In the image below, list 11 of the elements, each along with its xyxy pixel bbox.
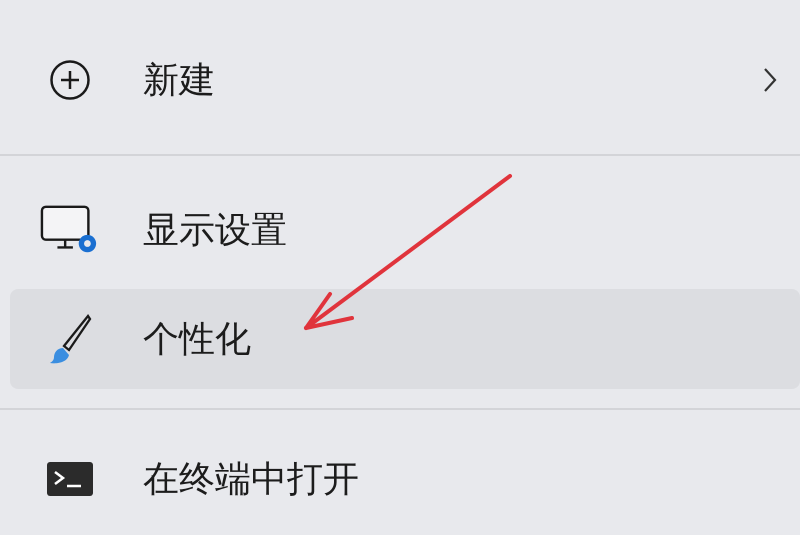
menu-item-label: 新建	[143, 58, 215, 102]
plus-circle-icon	[49, 59, 91, 101]
brush-icon	[48, 313, 92, 365]
menu-item-label: 显示设置	[143, 208, 287, 252]
menu-item[interactable]: 个性化	[10, 289, 800, 389]
menu-item-label: 在终端中打开	[143, 458, 359, 502]
terminal-icon	[46, 461, 94, 497]
menu-item[interactable]: 显示设置	[10, 175, 800, 285]
menu-item[interactable]: 在终端中打开	[10, 429, 800, 529]
menu-item[interactable]: 新建	[10, 25, 800, 135]
menu-item-label: 个性化	[143, 318, 251, 362]
